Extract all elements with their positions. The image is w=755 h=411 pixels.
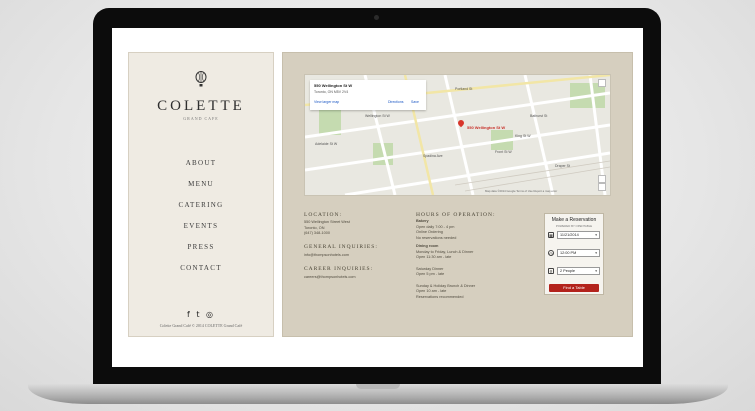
map-street-label: Bathurst St bbox=[530, 114, 547, 118]
party-value: 2 People bbox=[560, 269, 575, 273]
contact-panel: Portland St Wellington St W Bathurst St … bbox=[282, 52, 633, 337]
nav-contact[interactable]: CONTACT bbox=[129, 258, 273, 279]
hours-block: Bakery Open daily 7:00 - 4 pm Online Ord… bbox=[416, 219, 531, 300]
map-card-city: Toronto, ON M5V 2V4 bbox=[314, 90, 349, 94]
map-footer[interactable]: Map data ©2014 Google Terms of Use Repor… bbox=[485, 189, 557, 193]
sidebar: COLETTE GRAND CAFE ABOUT MENU CATERING E… bbox=[128, 52, 274, 337]
calendar-icon: ▦ bbox=[548, 232, 554, 238]
time-row: ◷ 12:00 PM ▾ bbox=[548, 249, 601, 258]
laptop-notch bbox=[356, 384, 400, 389]
map-street-label: Adelaide St W bbox=[315, 142, 338, 146]
save-link[interactable]: Save bbox=[411, 100, 419, 104]
phone-number[interactable]: (647) 348-1000 bbox=[304, 231, 350, 237]
reservation-widget: Make a Reservation POWERED BY OPENTABLE … bbox=[544, 213, 604, 295]
person-icon: ⚲ bbox=[548, 268, 554, 274]
location-line: 550 Wellington Street West bbox=[304, 220, 350, 224]
clock-icon: ◷ bbox=[548, 250, 554, 256]
time-value: 12:00 PM bbox=[560, 251, 577, 255]
career-email[interactable]: careers@thompsonhotels.com bbox=[304, 275, 356, 281]
date-select[interactable]: 11/21/2014 ▾ bbox=[557, 231, 600, 239]
location-heading: LOCATION: bbox=[304, 212, 343, 218]
hours-heading: HOURS OF OPERATION: bbox=[416, 212, 496, 218]
map-street-label: Portland St bbox=[455, 87, 472, 91]
map-pin-label: 550 Wellington St W bbox=[467, 125, 506, 130]
nav-press[interactable]: PRESS bbox=[129, 237, 273, 258]
laptop-base bbox=[28, 384, 728, 404]
party-row: ⚲ 2 People ▾ bbox=[548, 267, 601, 276]
nav-menu[interactable]: MENU bbox=[129, 174, 273, 195]
camera-icon bbox=[374, 15, 379, 20]
nav-catering[interactable]: CATERING bbox=[129, 195, 273, 216]
social-icons[interactable]: f t ◎ bbox=[129, 310, 273, 319]
nav-about[interactable]: ABOUT bbox=[129, 153, 273, 174]
fullscreen-icon[interactable] bbox=[598, 79, 606, 87]
map-street-label: Draper St bbox=[555, 164, 570, 168]
map-street-label: Wellington St W bbox=[365, 114, 391, 118]
chevron-down-icon: ▾ bbox=[595, 269, 597, 273]
date-row: ▦ 11/21/2014 ▾ bbox=[548, 231, 601, 240]
directions-link[interactable]: Directions bbox=[388, 100, 404, 104]
zoom-in-icon[interactable] bbox=[598, 175, 606, 183]
date-value: 11/21/2014 bbox=[560, 233, 579, 237]
google-map[interactable]: Portland St Wellington St W Bathurst St … bbox=[304, 74, 611, 196]
hours-line: Reservations recommended bbox=[416, 294, 464, 299]
time-select[interactable]: 12:00 PM ▾ bbox=[557, 249, 600, 257]
map-card-address: 550 Wellington St W bbox=[314, 83, 353, 88]
reservation-subtitle: POWERED BY OPENTABLE bbox=[555, 224, 593, 228]
copyright: Colette Grand Café © 2014 COLETTE Grand … bbox=[159, 323, 243, 328]
reservation-title: Make a Reservation bbox=[551, 217, 597, 223]
chevron-down-icon: ▾ bbox=[595, 251, 597, 255]
map-street-label: King St W bbox=[515, 134, 531, 138]
map-street-label: Front St W bbox=[495, 150, 512, 154]
laptop-screen: COLETTE GRAND CAFE ABOUT MENU CATERING E… bbox=[112, 28, 643, 367]
view-larger-map-link[interactable]: View larger map bbox=[314, 100, 339, 104]
laptop-bezel: COLETTE GRAND CAFE ABOUT MENU CATERING E… bbox=[93, 8, 661, 386]
logo-subtitle: GRAND CAFE bbox=[183, 116, 219, 121]
zoom-out-icon[interactable] bbox=[598, 183, 606, 191]
party-select[interactable]: 2 People ▾ bbox=[557, 267, 600, 275]
map-street-label: Spadina Ave bbox=[423, 154, 443, 158]
nav-events[interactable]: EVENTS bbox=[129, 216, 273, 237]
main-nav: ABOUT MENU CATERING EVENTS PRESS CONTACT bbox=[129, 153, 273, 279]
inquiries-email[interactable]: info@thompsonhotels.com bbox=[304, 253, 349, 259]
location-block: 550 Wellington Street West Toronto, ON (… bbox=[304, 220, 350, 237]
find-table-button[interactable]: Find a Table bbox=[549, 284, 599, 292]
logo-text[interactable]: COLETTE bbox=[129, 98, 273, 115]
chevron-down-icon: ▾ bbox=[595, 233, 597, 237]
map-info-card: 550 Wellington St W Toronto, ON M5V 2V4 … bbox=[310, 80, 426, 110]
inquiries-heading: GENERAL INQUIRIES: bbox=[304, 244, 378, 250]
balloon-logo-icon bbox=[195, 71, 207, 87]
career-heading: CAREER INQUIRIES: bbox=[304, 266, 374, 272]
